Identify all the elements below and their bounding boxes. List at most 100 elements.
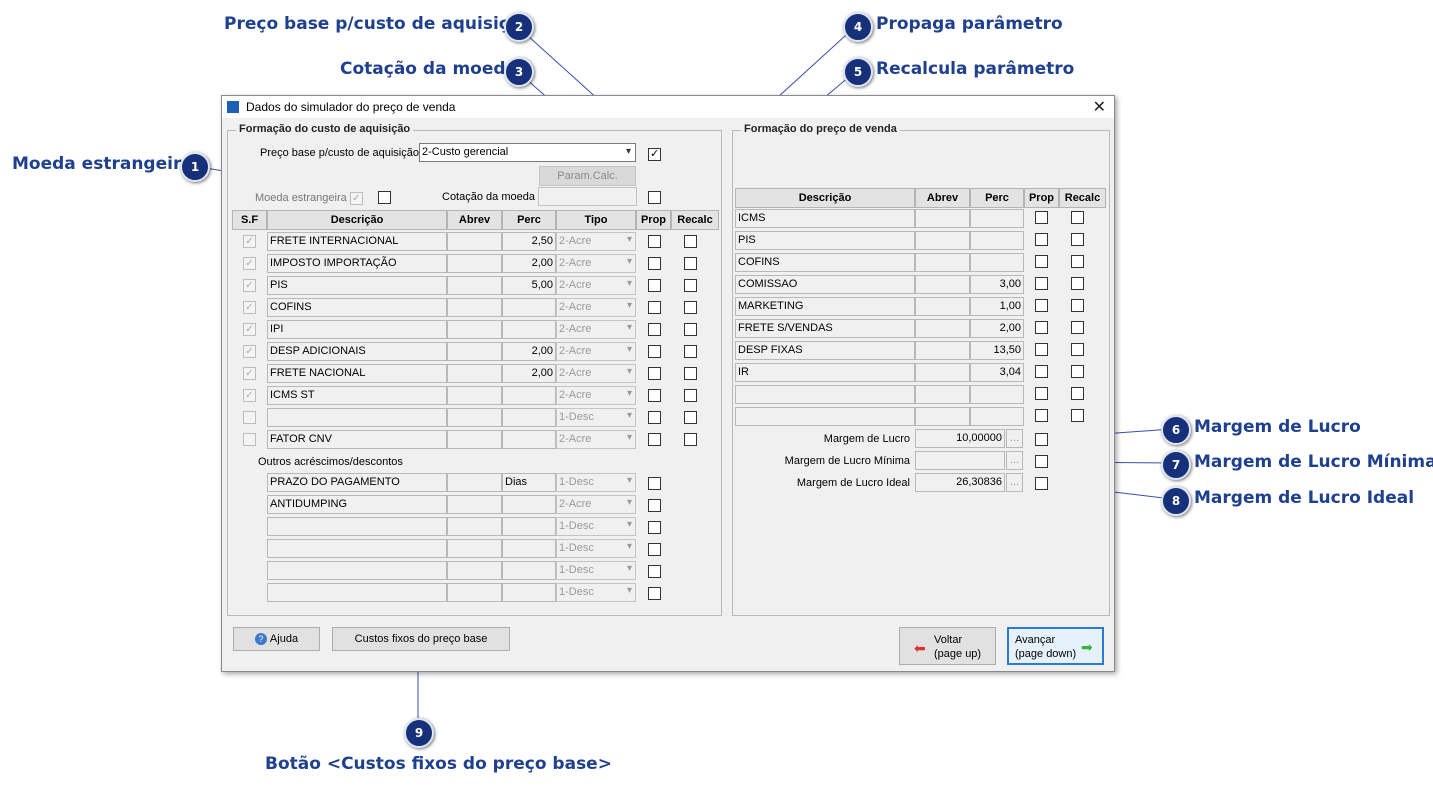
preco-base-select[interactable]: 2-Custo gerencial ▾ (419, 143, 636, 162)
margem-lucro-minima-checkbox[interactable] (1035, 455, 1048, 468)
row-tipo-select[interactable]: 2-Acre ▾ (556, 276, 636, 295)
venda-descricao[interactable] (735, 407, 915, 426)
row-abrev[interactable] (447, 364, 502, 383)
venda-descricao[interactable]: COMISSAO (735, 275, 915, 294)
row-perc[interactable]: 5,00 (502, 276, 556, 295)
venda-perc[interactable] (970, 231, 1024, 250)
row-tipo-select[interactable]: 2-Acre ▾ (556, 254, 636, 273)
prop-checkbox[interactable] (648, 411, 661, 424)
row-perc[interactable]: 2,00 (502, 342, 556, 361)
ajuda-button[interactable]: ? Ajuda (233, 627, 320, 651)
outros-prop-checkbox[interactable] (648, 543, 661, 556)
row-descricao[interactable]: PIS (267, 276, 447, 295)
venda-abrev[interactable] (915, 319, 970, 338)
margem-lucro-checkbox[interactable] (1035, 433, 1048, 446)
row-descricao[interactable]: FATOR CNV (267, 430, 447, 449)
prop-checkbox[interactable] (648, 257, 661, 270)
outros-descricao[interactable] (267, 583, 447, 602)
row-abrev[interactable] (447, 254, 502, 273)
cotacao-checkbox[interactable] (648, 191, 661, 204)
row-perc[interactable]: 2,00 (502, 254, 556, 273)
margem-lucro-minima-input[interactable] (915, 451, 1005, 470)
outros-perc[interactable]: Dias (502, 473, 556, 492)
outros-abrev[interactable] (447, 517, 502, 536)
preco-base-checkbox[interactable]: ✓ (648, 148, 661, 161)
row-perc[interactable]: 2,00 (502, 364, 556, 383)
outros-abrev[interactable] (447, 561, 502, 580)
venda-descricao[interactable]: DESP FIXAS (735, 341, 915, 360)
row-perc[interactable] (502, 298, 556, 317)
venda-perc[interactable]: 2,00 (970, 319, 1024, 338)
venda-prop-checkbox[interactable] (1035, 255, 1048, 268)
venda-descricao[interactable]: FRETE S/VENDAS (735, 319, 915, 338)
venda-recalc-checkbox[interactable] (1071, 277, 1084, 290)
prop-checkbox[interactable] (648, 433, 661, 446)
outros-perc[interactable] (502, 539, 556, 558)
recalc-checkbox[interactable] (684, 367, 697, 380)
outros-tipo-select[interactable]: 1-Desc ▾ (556, 583, 636, 602)
row-abrev[interactable] (447, 232, 502, 251)
venda-recalc-checkbox[interactable] (1071, 211, 1084, 224)
row-abrev[interactable] (447, 386, 502, 405)
margem-lucro-ideal-checkbox[interactable] (1035, 477, 1048, 490)
row-tipo-select[interactable]: 2-Acre ▾ (556, 320, 636, 339)
outros-tipo-select[interactable]: 1-Desc ▾ (556, 517, 636, 536)
outros-perc[interactable] (502, 561, 556, 580)
row-abrev[interactable] (447, 342, 502, 361)
venda-prop-checkbox[interactable] (1035, 211, 1048, 224)
venda-recalc-checkbox[interactable] (1071, 321, 1084, 334)
row-abrev[interactable] (447, 298, 502, 317)
venda-descricao[interactable]: IR (735, 363, 915, 382)
recalc-checkbox[interactable] (684, 257, 697, 270)
venda-abrev[interactable] (915, 363, 970, 382)
outros-descricao[interactable]: ANTIDUMPING (267, 495, 447, 514)
row-perc[interactable] (502, 320, 556, 339)
outros-descricao[interactable] (267, 539, 447, 558)
venda-perc[interactable] (970, 407, 1024, 426)
outros-prop-checkbox[interactable] (648, 499, 661, 512)
recalc-checkbox[interactable] (684, 389, 697, 402)
venda-abrev[interactable] (915, 341, 970, 360)
venda-recalc-checkbox[interactable] (1071, 387, 1084, 400)
venda-prop-checkbox[interactable] (1035, 277, 1048, 290)
venda-perc[interactable]: 3,00 (970, 275, 1024, 294)
avancar-button[interactable]: Avançar (page down) ➡ (1007, 627, 1104, 665)
venda-perc[interactable]: 3,04 (970, 363, 1024, 382)
venda-abrev[interactable] (915, 209, 970, 228)
row-perc[interactable]: 2,50 (502, 232, 556, 251)
venda-abrev[interactable] (915, 407, 970, 426)
row-tipo-select[interactable]: 1-Desc ▾ (556, 408, 636, 427)
venda-descricao[interactable] (735, 385, 915, 404)
venda-recalc-checkbox[interactable] (1071, 409, 1084, 422)
recalc-checkbox[interactable] (684, 323, 697, 336)
outros-descricao[interactable] (267, 517, 447, 536)
margem-lucro-ellipsis-button[interactable]: ... (1006, 429, 1023, 448)
recalc-checkbox[interactable] (684, 433, 697, 446)
outros-perc[interactable] (502, 495, 556, 514)
row-descricao[interactable] (267, 408, 447, 427)
row-tipo-select[interactable]: 2-Acre ▾ (556, 430, 636, 449)
row-tipo-select[interactable]: 2-Acre ▾ (556, 342, 636, 361)
param-calc-button[interactable]: Param.Calc. (539, 166, 636, 186)
cotacao-input[interactable] (538, 187, 637, 206)
venda-descricao[interactable]: MARKETING (735, 297, 915, 316)
recalc-checkbox[interactable] (684, 345, 697, 358)
row-abrev[interactable] (447, 320, 502, 339)
row-descricao[interactable]: COFINS (267, 298, 447, 317)
close-icon[interactable]: ✕ (1093, 97, 1106, 117)
row-tipo-select[interactable]: 2-Acre ▾ (556, 386, 636, 405)
row-perc[interactable] (502, 386, 556, 405)
venda-prop-checkbox[interactable] (1035, 299, 1048, 312)
outros-abrev[interactable] (447, 495, 502, 514)
margem-lucro-minima-ellipsis-button[interactable]: ... (1006, 451, 1023, 470)
prop-checkbox[interactable] (648, 301, 661, 314)
margem-lucro-input[interactable]: 10,00000 (915, 429, 1005, 448)
outros-tipo-select[interactable]: 1-Desc ▾ (556, 539, 636, 558)
recalc-checkbox[interactable] (684, 411, 697, 424)
row-descricao[interactable]: FRETE INTERNACIONAL (267, 232, 447, 251)
outros-prop-checkbox[interactable] (648, 565, 661, 578)
venda-perc[interactable]: 1,00 (970, 297, 1024, 316)
recalc-checkbox[interactable] (684, 301, 697, 314)
outros-perc[interactable] (502, 583, 556, 602)
margem-lucro-ideal-ellipsis-button[interactable]: ... (1006, 473, 1023, 492)
